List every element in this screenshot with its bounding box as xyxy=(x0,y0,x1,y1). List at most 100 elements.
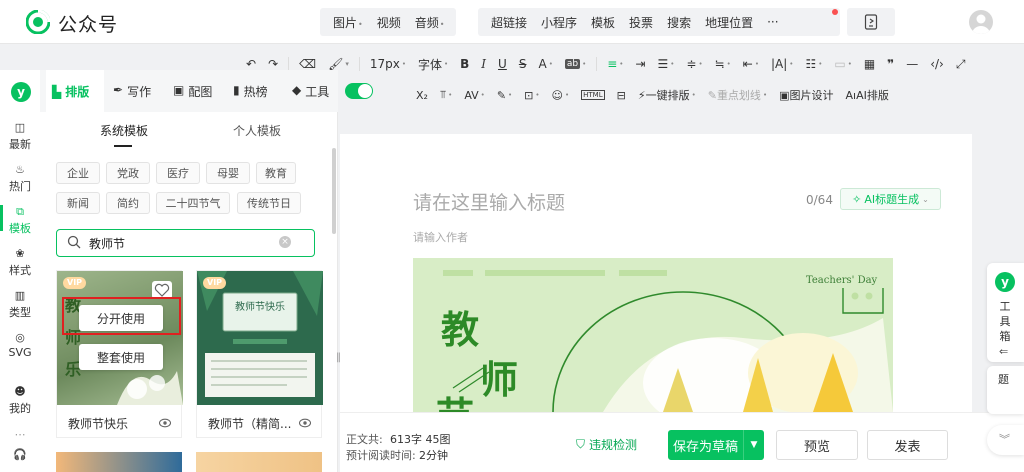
clear-icon[interactable]: × xyxy=(279,236,291,248)
menu-miniprogram[interactable]: 小程序 xyxy=(534,14,584,31)
menu-audio[interactable]: 音频• xyxy=(408,14,452,31)
undo-icon[interactable]: ↶ xyxy=(240,57,262,71)
format-painter-icon[interactable]: 🖌 ▾ xyxy=(322,57,355,71)
chip-maternity[interactable]: 母婴 xyxy=(206,162,250,184)
author-input[interactable]: 请输入作者 xyxy=(413,229,468,245)
line-height-icon[interactable]: ≑ • xyxy=(680,57,708,71)
rail-item-mine[interactable]: ☻ 我的 xyxy=(0,385,40,416)
quote-icon[interactable]: ❞ xyxy=(881,57,900,71)
font-color-icon[interactable]: A • xyxy=(532,57,558,71)
compliance-check-button[interactable]: ⛉ 违规检测 xyxy=(576,436,637,453)
chip-solar-terms[interactable]: 二十四节气 xyxy=(156,192,230,214)
chip-festivals[interactable]: 传统节日 xyxy=(237,192,301,214)
chevron-down-icon[interactable]: ▼ xyxy=(744,440,764,450)
svg-icon: ◎ xyxy=(15,331,25,344)
image-design-button[interactable]: ▣ 图片设计 xyxy=(773,87,839,103)
bg-color-icon[interactable]: ab • xyxy=(559,59,592,69)
tab-layout-label[interactable]: ▙ 排版 xyxy=(52,83,89,100)
rail-item-latest[interactable]: ◫ 最新 xyxy=(0,121,40,152)
subtab-system[interactable]: 系统模板 xyxy=(100,122,148,139)
publish-button[interactable]: 发表 xyxy=(867,430,948,460)
italic-icon[interactable]: I xyxy=(475,57,492,71)
vertical-align-icon[interactable]: ⫪ • xyxy=(434,88,458,102)
font-family-select[interactable]: 字体 • xyxy=(412,56,454,73)
chart-icon[interactable]: ⊡ • xyxy=(518,89,545,102)
letter-spacing-icon[interactable]: |A| • xyxy=(765,57,799,71)
char-spacing-icon[interactable]: AV • xyxy=(458,89,491,102)
template-thumbnail xyxy=(197,271,323,405)
rail-item-type[interactable]: ▥ 类型 xyxy=(0,289,40,320)
one-key-layout-button[interactable]: ⚡ 一键排版 • xyxy=(632,87,702,103)
table-icon[interactable]: ▦ xyxy=(858,57,881,71)
rail-item-style[interactable]: ❀ 样式 xyxy=(0,247,40,278)
template-card-partial[interactable] xyxy=(196,452,322,472)
emoji-icon[interactable]: ☺ • xyxy=(546,89,576,102)
menu-template[interactable]: 模板 xyxy=(584,14,622,31)
redo-icon[interactable]: ↷ xyxy=(262,57,284,71)
vip-badge: VIP xyxy=(203,277,227,289)
chip-enterprise[interactable]: 企业 xyxy=(56,162,100,184)
collapse-float-button[interactable]: ︾ xyxy=(987,425,1024,455)
highlight-line-button[interactable]: ✎ 重点划线 • xyxy=(702,87,773,103)
avatar[interactable] xyxy=(969,10,993,34)
subtab-personal[interactable]: 个人模板 xyxy=(233,122,281,139)
align-left-icon[interactable]: ≡ • xyxy=(601,57,629,71)
rail-item-template[interactable]: ⧉ 模板 xyxy=(0,205,40,236)
menu-location[interactable]: 地理位置 xyxy=(698,14,760,31)
underline-icon[interactable]: U xyxy=(492,57,513,71)
subscript-icon[interactable]: X₂ xyxy=(410,89,434,102)
side-float-item[interactable]: 题 xyxy=(987,366,1024,414)
save-draft-button[interactable]: 保存为草稿 ▼ xyxy=(668,430,764,460)
chip-education[interactable]: 教育 xyxy=(256,162,296,184)
indent-icon[interactable]: ⇥ xyxy=(629,57,651,71)
menu-search[interactable]: 搜索 xyxy=(660,14,698,31)
tab-hotlist[interactable]: ▮ 热榜 xyxy=(233,83,268,100)
ai-title-button[interactable]: ✧ AI标题生成 ⌄ xyxy=(840,188,941,210)
tab-images[interactable]: ▣ 配图 xyxy=(173,83,212,100)
list-indent-icon[interactable]: ⇤ • xyxy=(737,57,765,71)
magic-wand-icon[interactable]: ✎ • xyxy=(491,89,518,102)
menu-more[interactable]: ··· xyxy=(760,15,785,29)
align-center-icon[interactable]: ☰ • xyxy=(651,57,680,71)
horizontal-line-icon[interactable]: — xyxy=(900,57,924,71)
menu-vote[interactable]: 投票 xyxy=(622,14,660,31)
word-count-label: 正文共: xyxy=(346,433,383,446)
chip-medical[interactable]: 医疗 xyxy=(156,162,200,184)
rail-item-svg[interactable]: ◎ SVG xyxy=(0,331,40,359)
more-dots-icon[interactable]: ⋯ xyxy=(0,428,40,441)
template-card[interactable]: 教师节快乐 VIP 教师节（精简... xyxy=(196,270,323,438)
panel-scrollbar[interactable] xyxy=(332,148,336,234)
toolbox-float-button[interactable]: y 工 具 箱 ⇐ xyxy=(987,263,1024,362)
html-icon[interactable]: HTML xyxy=(575,90,610,100)
code-icon[interactable]: ‹/› xyxy=(924,57,950,71)
chip-news[interactable]: 新闻 xyxy=(56,192,100,214)
preview-eye-icon[interactable] xyxy=(298,417,312,428)
phone-preview-button[interactable] xyxy=(847,8,895,36)
clear-format-icon[interactable]: ⌫ xyxy=(293,57,322,71)
use-whole-set-button[interactable]: 整套使用 xyxy=(79,344,163,370)
toolbox-icon[interactable]: ⊟ xyxy=(611,89,632,102)
chip-simple[interactable]: 简约 xyxy=(106,192,150,214)
paragraph-spacing-icon[interactable]: ≒ • xyxy=(709,57,737,71)
strikethrough-icon[interactable]: S xyxy=(513,57,533,71)
font-size-select[interactable]: 17px • xyxy=(364,57,412,71)
tab-tools[interactable]: ◆ 工具 xyxy=(292,83,329,100)
chip-party[interactable]: 党政 xyxy=(106,162,150,184)
headset-icon[interactable]: 🎧 xyxy=(0,448,40,461)
media-menu-group: 图片• 视频 音频• xyxy=(320,8,456,36)
menu-hyperlink[interactable]: 超链接 xyxy=(484,14,534,31)
menu-video[interactable]: 视频 xyxy=(370,14,408,31)
rail-item-hot[interactable]: ♨ 热门 xyxy=(0,163,40,194)
fullscreen-icon[interactable]: ⤢ xyxy=(950,57,972,72)
bold-icon[interactable]: B xyxy=(454,57,475,71)
divider-style-icon[interactable]: ▭ • xyxy=(828,57,857,71)
preview-eye-icon[interactable] xyxy=(158,417,172,428)
template-card-partial[interactable] xyxy=(56,452,182,472)
ai-layout-button[interactable]: Aı AI排版 xyxy=(839,87,894,103)
format-toolbar-row2: X₂ ⫪ • AV • ✎ • ⊡ • ☺ • HTML ⊟ ⚡ 一键排版 • ✎ 重点划线 • … xyxy=(410,83,1024,107)
menu-image[interactable]: 图片• xyxy=(326,14,370,31)
tab-writing[interactable]: ✒ 写作 xyxy=(113,83,151,100)
title-input[interactable]: 请在这里输入标题 xyxy=(413,188,565,215)
list-icon[interactable]: ☷ • xyxy=(799,57,828,71)
preview-button[interactable]: 预览 xyxy=(776,430,858,460)
